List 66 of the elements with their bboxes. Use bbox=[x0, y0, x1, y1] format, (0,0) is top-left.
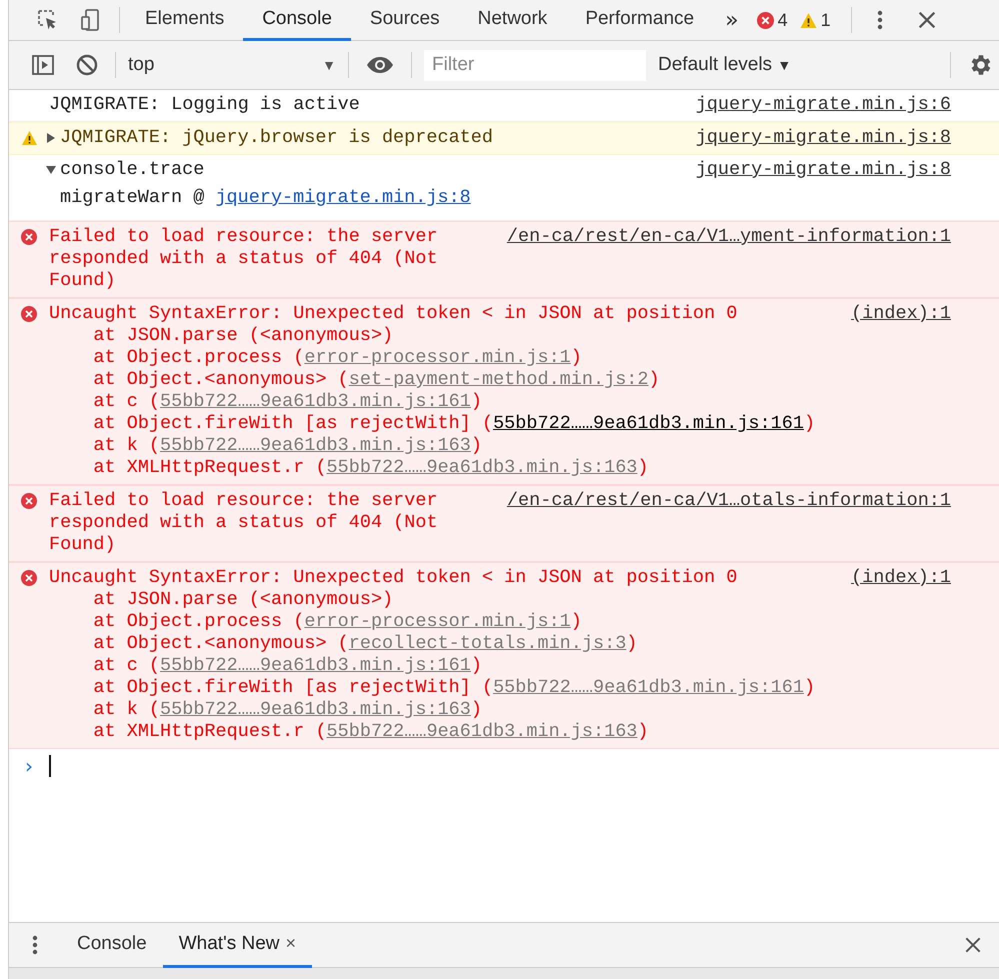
warning-icon bbox=[800, 12, 817, 28]
stack-frame: at Object.process (error-processor.min.js:1) bbox=[49, 611, 951, 633]
console-message: JQMIGRATE: jQuery.browser is deprecated bbox=[60, 127, 493, 149]
panel-tab[interactable]: Network bbox=[458, 0, 566, 40]
error-icon bbox=[21, 570, 37, 586]
stack-frame-link[interactable]: error-processor.min.js:1 bbox=[304, 347, 571, 368]
sidebar-toggle-icon[interactable] bbox=[31, 53, 55, 77]
stack-frame: at XMLHttpRequest.r (55bb722……9ea61db3.min.js:163) bbox=[49, 457, 951, 479]
panel-tab[interactable]: Sources bbox=[350, 0, 459, 40]
stack-frame: at c (55bb722……9ea61db3.min.js:161) bbox=[49, 391, 951, 413]
warning-icon bbox=[20, 130, 38, 146]
stack-frame-link[interactable]: recollect-totals.min.js:3 bbox=[348, 633, 626, 654]
console-message: Uncaught SyntaxError: Unexpected token < in JSON at position 0 bbox=[49, 567, 738, 589]
stack-frame-link[interactable]: 55bb722……9ea61db3.min.js:163 bbox=[326, 721, 638, 742]
stack-frame-link[interactable]: jquery-migrate.min.js:8 bbox=[215, 187, 471, 208]
source-link[interactable]: jquery-migrate.min.js:8 bbox=[696, 159, 951, 181]
expand-triangle-icon[interactable] bbox=[46, 133, 56, 143]
error-icon bbox=[21, 493, 37, 509]
stack-frame: at JSON.parse (<anonymous>) bbox=[49, 589, 951, 611]
stack-frame: at Object.fireWith [as rejectWith] (55bb722……9ea61db3.min.js:161) bbox=[49, 677, 951, 699]
log-levels-dropdown[interactable]: Default levels ▼ bbox=[652, 53, 798, 77]
stack-frame-link[interactable]: error-processor.min.js:1 bbox=[304, 611, 571, 632]
filter-field[interactable]: Filter bbox=[424, 50, 646, 80]
stack-frame: migrateWarn @ jquery-migrate.min.js:8 bbox=[49, 181, 951, 215]
stack-frame: at JSON.parse (<anonymous>) bbox=[49, 325, 951, 347]
console-message: JQMIGRATE: Logging is active bbox=[49, 94, 360, 116]
source-link[interactable]: jquery-migrate.min.js:6 bbox=[696, 94, 951, 116]
warning-count: 1 bbox=[820, 10, 831, 30]
stack-frame: at XMLHttpRequest.r (55bb722……9ea61db3.min.js:163) bbox=[49, 721, 951, 743]
stack-frame: at c (55bb722……9ea61db3.min.js:161) bbox=[49, 655, 951, 677]
error-icon bbox=[756, 12, 774, 28]
expand-triangle-icon[interactable] bbox=[46, 165, 56, 175]
context-select[interactable]: top ▼ bbox=[122, 54, 342, 76]
drawer-tab[interactable]: Console bbox=[61, 922, 163, 968]
stack-frame: at k (55bb722……9ea61db3.min.js:163) bbox=[49, 435, 951, 457]
console-message: Failed to load resource: the server responded with a status of 404 (Not Found) bbox=[49, 490, 439, 556]
console-message: console.trace bbox=[60, 159, 204, 181]
stack-frame-link[interactable]: 55bb722……9ea61db3.min.js:161 bbox=[493, 413, 804, 434]
stack-frame-link[interactable]: 55bb722……9ea61db3.min.js:161 bbox=[160, 391, 471, 412]
stack-frame: at Object.<anonymous> (set-payment-method.min.js:2) bbox=[49, 369, 951, 391]
error-icon bbox=[21, 306, 37, 322]
more-tabs-button[interactable]: » bbox=[713, 8, 751, 32]
stack-frame: at Object.fireWith [as rejectWith] (55bb722……9ea61db3.min.js:161) bbox=[49, 413, 951, 435]
source-link[interactable]: jquery-migrate.min.js:8 bbox=[696, 127, 951, 149]
prompt-symbol: › bbox=[25, 754, 34, 778]
stack-frame-link[interactable]: set-payment-method.min.js:2 bbox=[348, 369, 648, 390]
panel-tab[interactable]: Performance bbox=[566, 0, 714, 40]
console-message: Failed to load resource: the server responded with a status of 404 (Not Found) bbox=[49, 226, 439, 292]
console-message: Uncaught SyntaxError: Unexpected token < in JSON at position 0 bbox=[49, 303, 738, 325]
stack-frame-link[interactable]: 55bb722……9ea61db3.min.js:161 bbox=[160, 655, 471, 676]
error-icon bbox=[21, 229, 37, 245]
source-link[interactable]: /en-ca/rest/en-ca/V1…otals-information:1 bbox=[506, 490, 951, 556]
source-link[interactable]: (index):1 bbox=[851, 303, 951, 325]
clear-console-icon[interactable] bbox=[75, 53, 99, 77]
stack-frame-link[interactable]: 55bb722……9ea61db3.min.js:163 bbox=[326, 457, 638, 478]
stack-frame-link[interactable]: 55bb722……9ea61db3.min.js:163 bbox=[160, 699, 471, 720]
error-count: 4 bbox=[778, 10, 788, 30]
stack-frame-link[interactable]: 55bb722……9ea61db3.min.js:163 bbox=[160, 435, 471, 456]
stack-frame-link[interactable]: 55bb722……9ea61db3.min.js:161 bbox=[493, 677, 804, 698]
source-link[interactable]: (index):1 bbox=[851, 567, 951, 589]
stack-frame: at k (55bb722……9ea61db3.min.js:163) bbox=[49, 699, 951, 721]
stack-frame: at Object.process (error-processor.min.js:1) bbox=[49, 347, 951, 369]
close-icon[interactable] bbox=[963, 935, 983, 955]
source-link[interactable]: /en-ca/rest/en-ca/V1…yment-information:1 bbox=[506, 226, 951, 292]
panel-tab[interactable]: Elements bbox=[126, 0, 244, 40]
stack-frame: at Object.<anonymous> (recollect-totals.min.js:3) bbox=[49, 633, 951, 655]
